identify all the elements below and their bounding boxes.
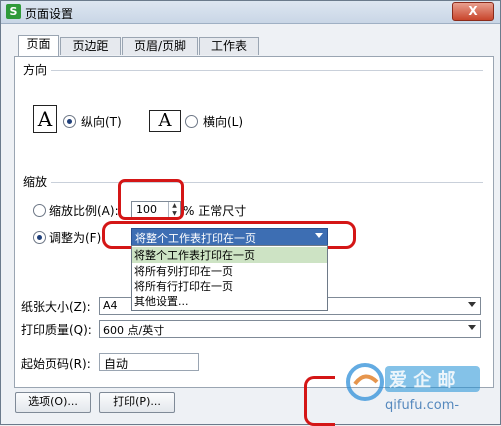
tab-header-footer[interactable]: 页眉/页脚 [122, 37, 198, 55]
annotation-highlight [118, 179, 184, 220]
print-button[interactable]: 打印(P)... [99, 392, 175, 413]
tab-margins[interactable]: 页边距 [60, 37, 121, 55]
watermark-text: qifufu.com- [385, 398, 460, 413]
dropdown-option[interactable]: 将所有行打印在一页 [134, 278, 233, 294]
section-divider [51, 182, 483, 183]
print-quality-value: 600 点/英寸 [103, 324, 165, 337]
orientation-section-title: 方向 [23, 63, 48, 77]
portrait-radio[interactable] [63, 115, 76, 128]
paper-size-value: A4 [103, 299, 118, 312]
first-page-number-label: 起始页码(R): [21, 357, 91, 371]
landscape-label[interactable]: 横向(L) [203, 113, 243, 130]
portrait-label[interactable]: 纵向(T) [81, 113, 122, 130]
chevron-down-icon [468, 325, 476, 330]
watermark-logo: 爱 企 邮 qifufu.com- [325, 358, 490, 418]
paper-size-label: 纸张大小(Z): [21, 300, 91, 314]
first-page-number-field[interactable]: 自动 [99, 353, 199, 371]
scaling-section-title: 缩放 [23, 175, 48, 189]
landscape-radio[interactable] [185, 115, 198, 128]
scale-percent-label[interactable]: 缩放比例(A): [49, 202, 119, 219]
close-button[interactable]: X [452, 2, 494, 21]
scale-unit-label: % 正常尺寸 [183, 204, 247, 218]
tab-worksheet[interactable]: 工作表 [199, 37, 259, 55]
page-setup-dialog: S 页面设置 X 页面 页边距 页眉/页脚 工作表 方向 A 纵向(T) A 横… [0, 0, 501, 426]
dialog-title: 页面设置 [25, 7, 74, 21]
print-quality-label: 打印质量(Q): [21, 323, 92, 337]
dropdown-option[interactable]: 将整个工作表打印在一页 [132, 247, 327, 263]
print-quality-select[interactable]: 600 点/英寸 [99, 320, 481, 338]
section-divider [51, 70, 483, 71]
title-bar: S 页面设置 X [1, 1, 500, 24]
first-page-number-value: 自动 [104, 357, 129, 371]
chevron-down-icon [468, 302, 476, 307]
landscape-page-icon: A [149, 110, 181, 132]
portrait-page-icon: A [33, 105, 57, 133]
tab-page[interactable]: 页面 [18, 35, 59, 56]
dropdown-option[interactable]: 其他设置... [134, 293, 189, 309]
fit-to-radio[interactable] [33, 231, 46, 244]
app-icon: S [6, 4, 21, 19]
options-button[interactable]: 选项(O)... [15, 392, 91, 413]
dropdown-option[interactable]: 将所有列打印在一页 [134, 263, 233, 279]
scale-percent-radio[interactable] [33, 204, 46, 217]
svg-text:爱 企 邮: 爱 企 邮 [389, 369, 456, 391]
fit-to-label[interactable]: 调整为(F): [49, 229, 105, 246]
fit-to-dropdown-list: 将整个工作表打印在一页 将所有列打印在一页 将所有行打印在一页 其他设置... [131, 245, 328, 311]
